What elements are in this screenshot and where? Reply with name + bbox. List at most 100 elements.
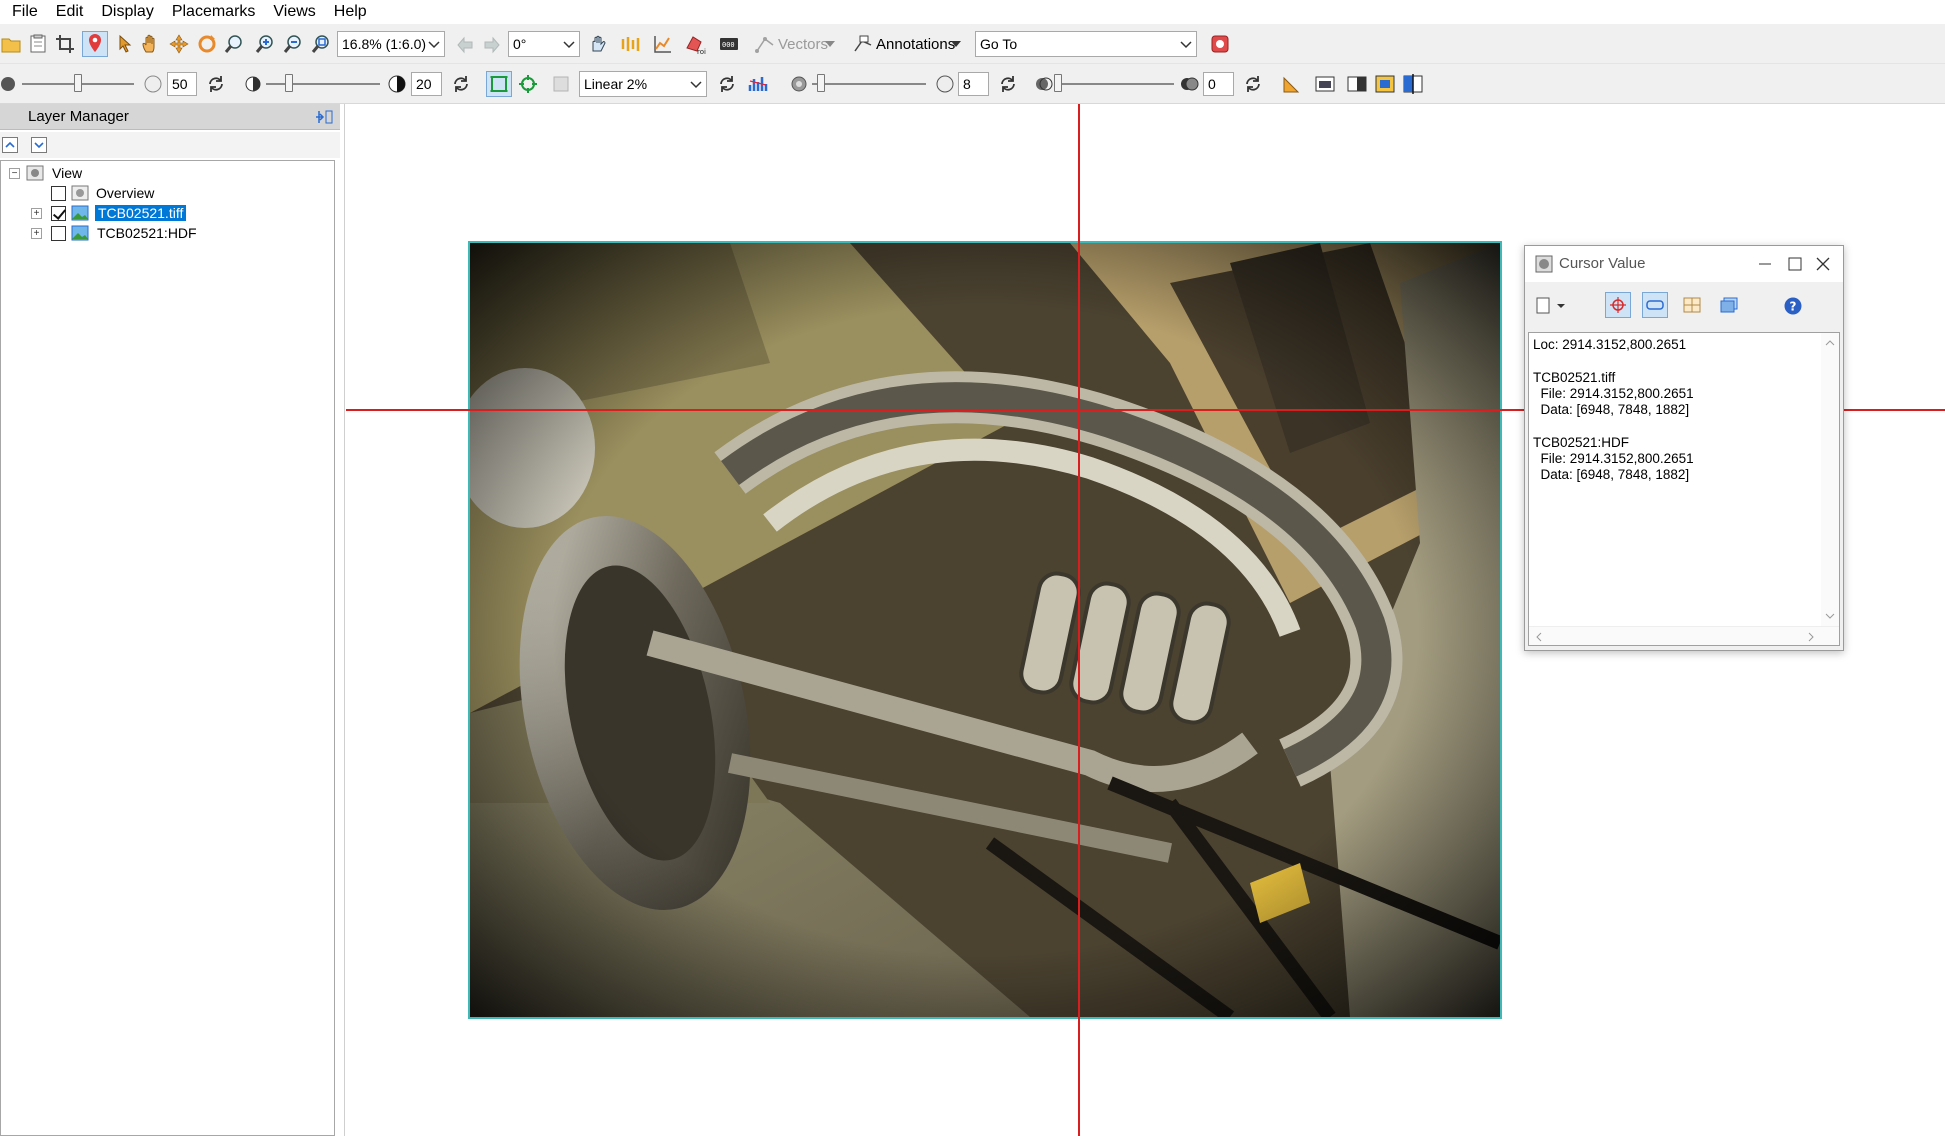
layer-tiff-checkbox[interactable] (51, 205, 66, 221)
sharpen-slider[interactable] (812, 83, 926, 85)
cursor-value-textarea[interactable]: Loc: 2914.3152,800.2651 TCB02521.tiff Fi… (1528, 332, 1840, 646)
copy-dropdown-icon[interactable] (1535, 296, 1569, 316)
fly-icon[interactable] (168, 33, 190, 55)
menu-display[interactable]: Display (92, 0, 162, 24)
contrast-slider-thumb[interactable] (284, 74, 293, 92)
grab-icon[interactable] (588, 33, 610, 55)
histogram-icon[interactable] (748, 73, 770, 95)
pan-hand-icon[interactable] (140, 33, 162, 55)
tree-node-overview[interactable]: Overview (1, 183, 331, 203)
annotations-menu[interactable]: Annotations (876, 35, 955, 55)
tree-label-layer-tiff: TCB02521.tiff (95, 205, 187, 221)
transparency-slider-thumb[interactable] (1054, 74, 1062, 92)
transparency-input[interactable]: 0 (1203, 72, 1234, 96)
menu-views[interactable]: Views (264, 0, 324, 24)
raster-image[interactable] (468, 241, 1502, 1019)
rotate-icon[interactable] (196, 33, 218, 55)
collapse-all-button[interactable] (2, 137, 18, 153)
menu-file[interactable]: File (3, 0, 47, 24)
cursor-value-button[interactable] (82, 31, 108, 57)
close-icon[interactable] (1813, 254, 1833, 274)
go-icon[interactable] (1209, 33, 1231, 55)
swipe-icon[interactable] (1402, 73, 1424, 95)
tree-node-view[interactable]: − View (1, 163, 331, 183)
blend-icon[interactable] (1346, 73, 1368, 95)
cursor-value-titlebar[interactable]: Cursor Value (1525, 246, 1843, 282)
zoom-full-icon[interactable] (310, 33, 332, 55)
tree-label-layer-hdf: TCB02521:HDF (97, 225, 197, 241)
vectors-dropdown-arrow[interactable] (824, 38, 836, 50)
annotations-dropdown-arrow[interactable] (950, 38, 962, 50)
stretch-combo[interactable]: Linear 2% (579, 71, 707, 97)
transparency-slider[interactable] (1058, 83, 1174, 85)
vectors-icon[interactable] (754, 33, 776, 55)
zoom-icon[interactable] (223, 33, 245, 55)
collapse-panel-icon[interactable] (314, 108, 334, 126)
expand-icon[interactable]: + (31, 227, 42, 239)
crop-icon[interactable] (54, 33, 76, 55)
open-folder-icon[interactable] (0, 33, 22, 55)
menu-placemarks[interactable]: Placemarks (163, 0, 265, 24)
vertical-scrollbar[interactable] (1821, 333, 1839, 626)
sharpen-input[interactable]: 8 (958, 72, 989, 96)
help-icon[interactable]: ? (1783, 296, 1803, 316)
chevron-up-icon (5, 141, 15, 148)
measure-icon[interactable] (1281, 73, 1303, 95)
grid-icon[interactable] (1682, 296, 1702, 314)
maximize-icon[interactable] (1785, 254, 1805, 274)
transparency-low-icon (1036, 77, 1053, 91)
minimize-icon[interactable] (1755, 254, 1775, 274)
collapse-icon[interactable]: − (9, 167, 20, 179)
link-button[interactable] (1642, 292, 1668, 318)
roi-icon[interactable]: roi (684, 33, 706, 55)
scroll-down-icon[interactable] (1825, 612, 1835, 620)
reset-stretch-icon[interactable] (716, 73, 738, 95)
layers-icon[interactable] (1719, 296, 1739, 314)
zoom-in-icon[interactable] (254, 33, 276, 55)
rotation-combo[interactable]: 0° (508, 31, 580, 57)
scroll-right-icon[interactable] (1807, 632, 1815, 642)
contrast-slider[interactable] (266, 83, 380, 85)
expand-all-button[interactable] (31, 137, 47, 153)
tree-node-layer-hdf[interactable]: + TCB02521:HDF (1, 223, 331, 243)
layer-hdf-checkbox[interactable] (51, 225, 66, 241)
scroll-left-icon[interactable] (1535, 632, 1543, 642)
brightness-input[interactable]: 50 (167, 72, 197, 96)
contrast-input[interactable]: 20 (411, 72, 442, 96)
overview-checkbox[interactable] (51, 185, 66, 201)
view-extent-icon[interactable] (517, 73, 539, 95)
reset-transparency-icon[interactable] (1242, 73, 1264, 95)
cursor-value-icon (89, 34, 101, 52)
scroll-up-icon[interactable] (1825, 339, 1835, 347)
menu-edit[interactable]: Edit (47, 0, 93, 24)
reset-contrast-icon[interactable] (450, 73, 472, 95)
rotate-left-icon[interactable] (454, 33, 476, 55)
flicker-icon[interactable] (1374, 73, 1396, 95)
brightness-slider-thumb[interactable] (74, 74, 82, 92)
vectors-menu[interactable]: Vectors (778, 35, 828, 55)
brightness-low-icon (1, 77, 15, 91)
rotate-right-icon[interactable] (481, 33, 503, 55)
pixel-value-icon[interactable]: 000 (718, 33, 740, 55)
expand-icon[interactable]: + (31, 207, 42, 219)
spectral-profile-icon[interactable] (620, 33, 642, 55)
chip-view-icon[interactable] (1314, 73, 1336, 95)
full-extent-stretch-button[interactable] (486, 71, 512, 97)
stretch-options-icon[interactable] (550, 73, 572, 95)
sharpen-slider-thumb[interactable] (817, 74, 826, 92)
zoom-out-icon[interactable] (282, 33, 304, 55)
tree-node-layer-tiff[interactable]: + TCB02521.tiff (1, 203, 331, 223)
horizontal-scrollbar[interactable] (1529, 626, 1839, 645)
track-cursor-button[interactable] (1605, 292, 1631, 318)
tree-label-view: View (52, 165, 83, 181)
annotations-icon[interactable] (852, 33, 874, 55)
zoom-combo[interactable]: 16.8% (1:6.0) (337, 31, 445, 57)
cursor-value-window[interactable]: Cursor Value ? Loc: 2914.3152,800.2651 T… (1524, 245, 1844, 651)
line-profile-icon[interactable] (652, 33, 674, 55)
reset-sharpen-icon[interactable] (997, 73, 1019, 95)
reset-brightness-icon[interactable] (205, 73, 227, 95)
menu-help[interactable]: Help (325, 0, 376, 24)
goto-combo[interactable]: Go To (975, 31, 1197, 57)
select-arrow-icon[interactable] (114, 33, 136, 55)
data-manager-icon[interactable] (27, 33, 49, 55)
